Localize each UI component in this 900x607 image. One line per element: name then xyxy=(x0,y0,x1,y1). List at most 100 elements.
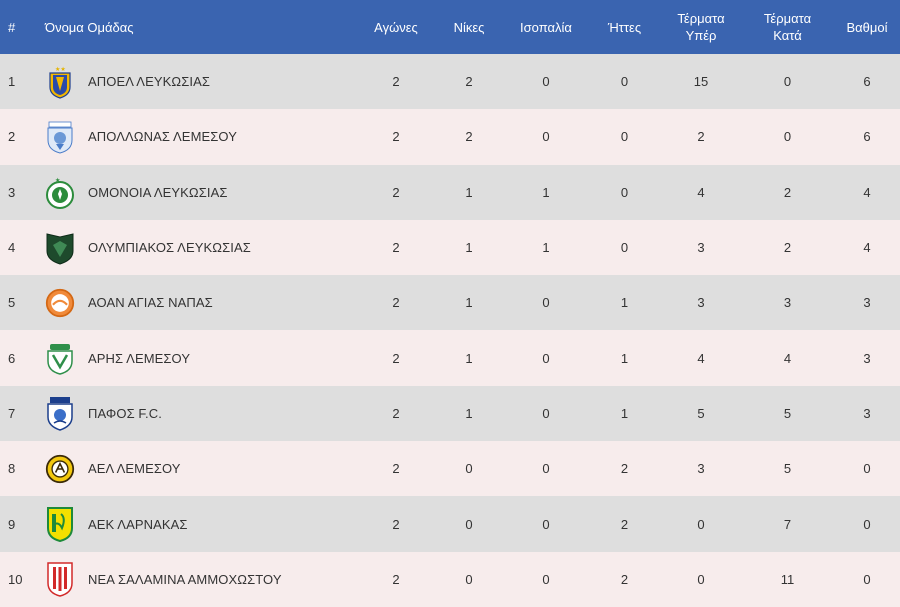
row-draws: 0 xyxy=(542,405,550,421)
row-team[interactable]: ΝΕΑ ΣΑΛΑΜΙΝΑ ΑΜΜΟΧΩΣΤΟΥ xyxy=(45,561,358,598)
row-points: 0 xyxy=(863,516,871,532)
row-losses: 1 xyxy=(620,405,629,421)
team-name[interactable]: ΑΡΗΣ ΛΕΜΕΣΟΥ xyxy=(88,351,190,366)
team-name[interactable]: ΑΕΚ ΛΑΡΝΑΚΑΣ xyxy=(88,517,188,532)
table-row[interactable]: 1 ★★ ΑΠΟΕΛ ΛΕΥΚΩΣΙΑΣ 2 2 0 0 15 0 6 xyxy=(0,54,900,110)
table-row[interactable]: 6 ΑΡΗΣ ΛΕΜΕΣΟΥ 2 1 0 1 4 4 3 xyxy=(0,330,900,386)
team-name[interactable]: ΠΑΦΟΣ F.C. xyxy=(88,406,162,421)
row-losses: 0 xyxy=(620,240,629,256)
table-row[interactable]: 7 ΠΑΦΟΣ F.C. 2 1 0 1 5 5 3 xyxy=(0,385,900,442)
row-wins: 1 xyxy=(465,184,473,200)
row-goals-against: 5 xyxy=(783,405,792,421)
header-losses[interactable]: Ήττες xyxy=(588,19,661,36)
row-draws: 0 xyxy=(542,350,550,366)
team-name[interactable]: ΑΠΟΕΛ ΛΕΥΚΩΣΙΑΣ xyxy=(88,74,210,89)
header-draws[interactable]: Ισοπαλία xyxy=(504,19,588,36)
row-points: 4 xyxy=(863,184,871,200)
team-name[interactable]: ΑΠΟΛΛΩΝΑΣ ΛΕΜΕΣΟΥ xyxy=(88,129,237,144)
row-team[interactable]: ΑΕΚ ΛΑΡΝΑΚΑΣ xyxy=(45,506,358,543)
row-goals-for: 3 xyxy=(697,295,705,311)
header-wins[interactable]: Νίκες xyxy=(434,19,504,36)
row-team[interactable]: ΑΡΗΣ ΛΕΜΕΣΟΥ xyxy=(45,340,358,376)
apollon-crest-icon xyxy=(45,119,75,155)
apoel-crest-icon: ★★ xyxy=(45,64,75,100)
row-goals-for: 0 xyxy=(697,571,705,587)
row-played: 2 xyxy=(392,516,400,532)
row-points: 0 xyxy=(863,571,871,587)
row-team[interactable]: ★★ ΑΠΟΕΛ ΛΕΥΚΩΣΙΑΣ xyxy=(45,64,358,100)
row-team[interactable]: ★ ΟΜΟΝΟΙΑ ΛΕΥΚΩΣΙΑΣ xyxy=(45,174,358,210)
row-team[interactable]: ΑΠΟΛΛΩΝΑΣ ΛΕΜΕΣΟΥ xyxy=(45,119,358,155)
team-name[interactable]: ΑΕΛ ΛΕΜΕΣΟΥ xyxy=(88,461,181,476)
header-goals-for[interactable]: Τέρματα Υπέρ xyxy=(661,10,741,44)
row-goals-against: 11 xyxy=(780,571,795,587)
row-played: 2 xyxy=(392,129,400,145)
team-name[interactable]: ΟΜΟΝΟΙΑ ΛΕΥΚΩΣΙΑΣ xyxy=(88,185,227,200)
row-wins: 1 xyxy=(465,295,473,311)
table-header: # Όνομα Ομάδας Αγώνες Νίκες Ισοπαλία Ήττ… xyxy=(0,0,900,54)
standings-table: # Όνομα Ομάδας Αγώνες Νίκες Ισοπαλία Ήττ… xyxy=(0,0,900,607)
header-team-name[interactable]: Όνομα Ομάδας xyxy=(45,19,358,36)
table-row[interactable]: 10 ΝΕΑ ΣΑΛΑΜΙΝΑ ΑΜΜΟΧΩΣΤΟΥ 2 0 0 2 0 11 0 xyxy=(0,551,900,607)
header-points[interactable]: Βαθμοί xyxy=(834,19,900,36)
row-goals-for: 2 xyxy=(697,129,705,145)
row-losses: 2 xyxy=(620,516,629,532)
row-team[interactable]: ΠΑΦΟΣ F.C. xyxy=(45,395,358,432)
row-goals-for: 3 xyxy=(697,240,705,256)
row-wins: 2 xyxy=(465,74,473,90)
team-name[interactable]: ΝΕΑ ΣΑΛΑΜΙΝΑ ΑΜΜΟΧΩΣΤΟΥ xyxy=(88,572,282,587)
table-row[interactable]: 5 ΑΟΑΝ ΑΓΙΑΣ ΝΑΠΑΣ 2 1 0 1 3 3 3 xyxy=(0,275,900,331)
aris-crest-icon xyxy=(45,340,75,376)
row-wins: 2 xyxy=(465,129,473,145)
header-goals-against[interactable]: Τέρματα Κατά xyxy=(741,10,834,44)
row-draws: 0 xyxy=(542,461,550,477)
row-wins: 0 xyxy=(465,461,473,477)
row-played: 2 xyxy=(392,461,400,477)
header-goals-for-line1: Τέρματα xyxy=(677,11,725,26)
row-points: 4 xyxy=(863,240,871,256)
row-goals-for: 4 xyxy=(697,350,705,366)
row-goals-for: 0 xyxy=(697,516,705,532)
table-row[interactable]: 9 ΑΕΚ ΛΑΡΝΑΚΑΣ 2 0 0 2 0 7 0 xyxy=(0,496,900,552)
row-played: 2 xyxy=(392,350,400,366)
table-row[interactable]: 2 ΑΠΟΛΛΩΝΑΣ ΛΕΜΕΣΟΥ 2 2 0 0 2 0 6 xyxy=(0,109,900,165)
row-losses: 1 xyxy=(620,350,629,366)
row-draws: 0 xyxy=(542,129,550,145)
header-goals-against-line1: Τέρματα xyxy=(763,11,812,26)
header-played[interactable]: Αγώνες xyxy=(358,19,434,36)
table-row[interactable]: 4 ΟΛΥΜΠΙΑΚΟΣ ΛΕΥΚΩΣΙΑΣ 2 1 1 0 3 2 4 xyxy=(0,219,900,276)
row-position: 10 xyxy=(8,571,23,587)
row-goals-for: 3 xyxy=(697,461,705,477)
row-position: 7 xyxy=(8,405,16,421)
row-position: 2 xyxy=(8,129,16,145)
row-team[interactable]: ΑΕΛ ΛΕΜΕΣΟΥ xyxy=(45,451,358,487)
row-losses: 0 xyxy=(620,74,629,90)
table-row[interactable]: 8 ΑΕΛ ΛΕΜΕΣΟΥ 2 0 0 2 3 5 0 xyxy=(0,441,900,497)
row-goals-for: 5 xyxy=(697,405,705,421)
row-draws: 0 xyxy=(542,516,550,532)
row-points: 3 xyxy=(863,405,871,421)
row-team[interactable]: ΑΟΑΝ ΑΓΙΑΣ ΝΑΠΑΣ xyxy=(45,285,358,321)
aoan-crest-icon xyxy=(45,285,75,321)
svg-text:★★: ★★ xyxy=(55,66,66,73)
team-name[interactable]: ΟΛΥΜΠΙΑΚΟΣ ΛΕΥΚΩΣΙΑΣ xyxy=(88,240,251,255)
row-team[interactable]: ΟΛΥΜΠΙΑΚΟΣ ΛΕΥΚΩΣΙΑΣ xyxy=(45,230,358,266)
row-goals-for: 4 xyxy=(697,184,705,200)
table-row[interactable]: 3 ★ ΟΜΟΝΟΙΑ ΛΕΥΚΩΣΙΑΣ 2 1 1 0 4 2 4 xyxy=(0,164,900,220)
row-draws: 1 xyxy=(542,240,550,256)
row-position: 9 xyxy=(8,516,16,532)
row-position: 6 xyxy=(8,350,16,366)
row-goals-against: 0 xyxy=(783,74,792,90)
nea-salamina-crest-icon xyxy=(45,561,75,598)
row-wins: 1 xyxy=(465,405,473,421)
row-goals-against: 0 xyxy=(783,129,792,145)
row-goals-against: 4 xyxy=(783,350,792,366)
row-goals-against: 3 xyxy=(783,295,792,311)
row-played: 2 xyxy=(392,571,400,587)
row-played: 2 xyxy=(392,295,400,311)
row-points: 3 xyxy=(863,295,871,311)
team-name[interactable]: ΑΟΑΝ ΑΓΙΑΣ ΝΑΠΑΣ xyxy=(88,295,213,310)
row-losses: 0 xyxy=(620,129,629,145)
row-goals-against: 7 xyxy=(783,516,792,532)
row-losses: 2 xyxy=(620,571,629,587)
